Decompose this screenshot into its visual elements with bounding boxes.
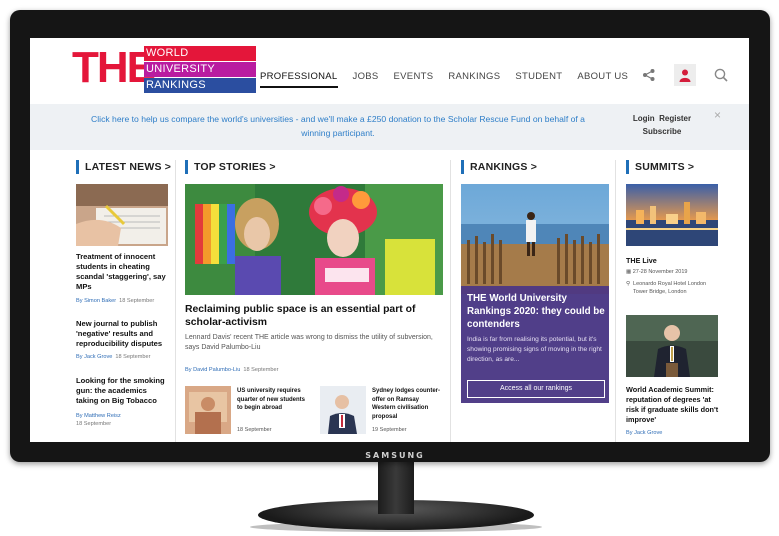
column-divider xyxy=(175,160,176,442)
main-nav: PROFESSIONAL JOBS EVENTS RANKINGS STUDEN… xyxy=(260,71,643,88)
top-story-image[interactable] xyxy=(185,184,443,295)
top-story-summary: Lennard Davis' recent THE article was wr… xyxy=(185,334,433,351)
summit-image-speaker[interactable] xyxy=(626,315,718,377)
news-headline[interactable]: Treatment of innocent students in cheati… xyxy=(76,252,170,292)
login-link[interactable]: Login xyxy=(633,114,655,123)
story-date: 19 September xyxy=(372,427,407,433)
story-date: 18 September xyxy=(237,427,272,433)
top-story-headline[interactable]: Reclaiming public space is an essential … xyxy=(185,303,443,329)
story-headline[interactable]: US university requires quarter of new st… xyxy=(237,387,309,413)
register-link[interactable]: Register xyxy=(659,114,691,123)
nav-student[interactable]: STUDENT xyxy=(515,71,562,88)
nav-jobs[interactable]: JOBS xyxy=(353,71,379,88)
author-link[interactable]: By David Palumbo-Liu xyxy=(185,367,240,373)
event-location-row: ⚲ Leonardo Royal Hotel London Tower Bridg… xyxy=(626,281,718,296)
user-icon[interactable] xyxy=(674,64,696,86)
author-link[interactable]: By Jack Grove xyxy=(626,430,662,436)
summit-headline[interactable]: World Academic Summit: reputation of deg… xyxy=(626,385,720,425)
nav-professional[interactable]: PROFESSIONAL xyxy=(260,71,338,88)
rankings-heading[interactable]: RANKINGS > xyxy=(461,160,537,174)
story-thumbnail[interactable] xyxy=(185,386,231,434)
event-date: 27-28 November 2019 xyxy=(632,269,688,275)
share-icon[interactable] xyxy=(638,64,660,86)
nav-rankings[interactable]: RANKINGS xyxy=(448,71,500,88)
monitor-stand xyxy=(378,462,414,514)
top-story-byline: By David Palumbo-Liu 18 September xyxy=(185,367,278,373)
author-link[interactable]: By Simon Baker xyxy=(76,298,116,304)
screen: THE WORLD UNIVERSITY RANKINGS PROFESSION… xyxy=(30,38,749,442)
news-headline[interactable]: Looking for the smoking gun: the academi… xyxy=(76,376,170,406)
summits-heading[interactable]: SUMMITS > xyxy=(626,160,694,174)
news-byline: By Jack Grove 18 September xyxy=(76,354,151,360)
account-links: Login Register Subscribe xyxy=(622,112,702,138)
event-location: Leonardo Royal Hotel London Tower Bridge… xyxy=(633,281,707,295)
column-divider xyxy=(450,160,451,442)
calendar-icon: ▦ xyxy=(626,269,632,275)
logo-wordmark: WORLD UNIVERSITY RANKINGS xyxy=(144,46,256,94)
news-image-exam[interactable] xyxy=(76,184,168,246)
news-headline[interactable]: New journal to publish 'negative' result… xyxy=(76,319,170,349)
access-rankings-button[interactable]: Access all our rankings xyxy=(467,380,605,398)
close-icon[interactable]: × xyxy=(714,108,721,122)
rankings-headline[interactable]: THE World University Rankings 2020: they… xyxy=(467,292,605,331)
story-thumbnail[interactable] xyxy=(320,386,366,434)
news-date: 18 September xyxy=(76,421,112,427)
search-icon[interactable] xyxy=(710,64,732,86)
top-stories-heading[interactable]: TOP STORIES > xyxy=(185,160,276,174)
column-divider xyxy=(615,160,616,442)
logo-line-1: WORLD xyxy=(144,46,256,61)
rankings-panel: THE World University Rankings 2020: they… xyxy=(461,286,609,403)
logo-line-3: RANKINGS xyxy=(144,78,256,93)
logo-the: THE xyxy=(72,43,156,92)
location-pin-icon: ⚲ xyxy=(626,281,631,287)
logo-line-2: UNIVERSITY xyxy=(144,62,256,77)
rankings-summary: India is far from realising its potentia… xyxy=(467,336,602,363)
nav-events[interactable]: EVENTS xyxy=(394,71,434,88)
subscribe-link[interactable]: Subscribe xyxy=(643,127,682,136)
news-date: 18 September xyxy=(119,298,155,304)
nav-about-us[interactable]: ABOUT US xyxy=(577,71,628,88)
monitor-brand: SAMSUNG xyxy=(365,451,425,460)
news-byline[interactable]: By Matthew Reisz xyxy=(76,413,121,419)
donation-banner: Click here to help us compare the world'… xyxy=(30,104,749,150)
event-title[interactable]: THE Live xyxy=(626,256,718,266)
author-link[interactable]: By Jack Grove xyxy=(76,354,112,360)
latest-news-heading[interactable]: LATEST NEWS > xyxy=(76,160,171,174)
news-date: 18 September xyxy=(115,354,151,360)
header-icons xyxy=(638,64,732,86)
story-date: 18 September xyxy=(243,367,279,373)
news-byline: By Simon Baker 18 September xyxy=(76,298,154,304)
event-date-row: ▦ 27-28 November 2019 xyxy=(626,269,718,275)
story-headline[interactable]: Sydney lodges counter-offer on Ramsay We… xyxy=(372,387,444,421)
summit-image-london[interactable] xyxy=(626,184,718,246)
banner-link[interactable]: Click here to help us compare the world'… xyxy=(88,112,588,140)
